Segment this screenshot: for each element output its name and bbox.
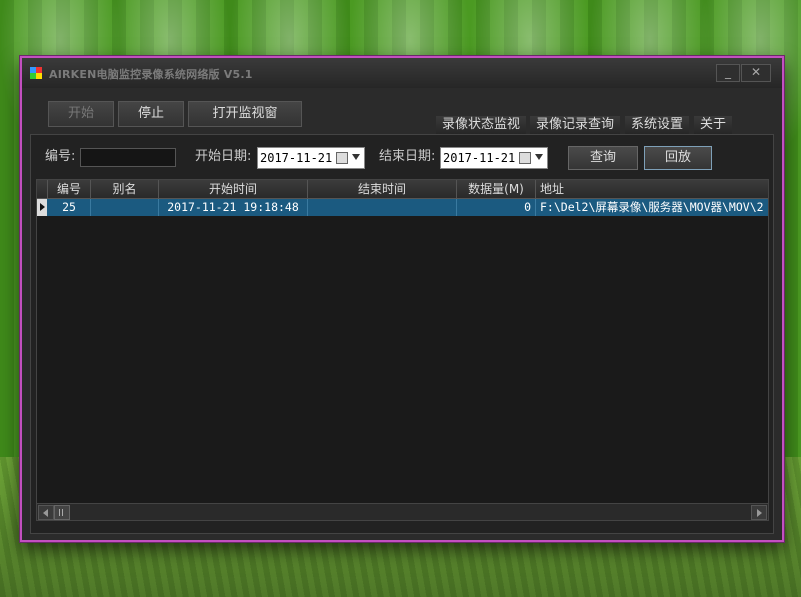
end-date-label: 结束日期:	[379, 149, 436, 164]
stop-button[interactable]: 停止	[118, 101, 184, 127]
column-header-size[interactable]: 数据量(M)	[457, 180, 536, 198]
cell-path: F:\Del2\屏幕录像\服务器\MOV器\MOV\2	[540, 200, 764, 214]
records-table: 编号 别名 开始时间 结束时间 数据量(M) 地址 25 2017-11-21 …	[36, 179, 769, 521]
column-header-start-time[interactable]: 开始时间	[159, 180, 308, 198]
tab-record-status[interactable]: 录像状态监视	[436, 116, 527, 134]
close-button[interactable]: ✕	[741, 64, 771, 82]
grip-icon	[59, 509, 65, 516]
table-header: 编号 别名 开始时间 结束时间 数据量(M) 地址	[37, 180, 768, 199]
end-date-value: 2017-11-21	[443, 151, 516, 165]
scroll-left-button[interactable]	[38, 505, 54, 520]
column-header-path[interactable]: 地址	[536, 180, 772, 198]
cell-id: 25	[48, 199, 91, 216]
open-monitor-button[interactable]: 打开监视窗	[188, 101, 302, 127]
column-header-end-time[interactable]: 结束时间	[308, 180, 457, 198]
column-header-id[interactable]: 编号	[48, 180, 91, 198]
row-indicator	[37, 199, 47, 216]
arrow-right-icon	[757, 509, 762, 517]
minimize-button[interactable]: _	[716, 64, 740, 82]
start-date-label: 开始日期:	[195, 149, 252, 164]
cell-start-time: 2017-11-21 19:18:48	[159, 199, 308, 216]
cell-size: 0	[457, 199, 536, 216]
calendar-icon	[519, 152, 531, 164]
app-window: AIRKEN电脑监控录像系统网络版 V5.1 _ ✕ 开始 停止 打开监视窗 录…	[20, 56, 784, 542]
current-row-icon	[40, 203, 45, 211]
start-button[interactable]: 开始	[48, 101, 114, 127]
id-input[interactable]	[80, 148, 176, 167]
start-date-picker[interactable]: 2017-11-21	[257, 147, 365, 169]
arrow-left-icon	[43, 509, 48, 517]
tab-about[interactable]: 关于	[694, 116, 733, 134]
tab-system-settings[interactable]: 系统设置	[625, 116, 690, 134]
end-date-picker[interactable]: 2017-11-21	[440, 147, 548, 169]
column-header-alias[interactable]: 别名	[91, 180, 159, 198]
cell-alias	[91, 199, 159, 216]
chevron-down-icon[interactable]	[535, 154, 543, 160]
id-label: 编号:	[45, 149, 76, 164]
window-title: AIRKEN电脑监控录像系统网络版 V5.1	[49, 68, 253, 81]
cell-end-time	[308, 199, 457, 216]
search-button[interactable]: 查询	[568, 146, 638, 170]
scroll-right-button[interactable]	[751, 505, 767, 520]
tab-record-query[interactable]: 录像记录查询	[530, 116, 621, 134]
query-panel: 编号: 开始日期: 2017-11-21 结束日期: 2017-11-21 查询…	[30, 134, 774, 534]
table-row[interactable]: 25 2017-11-21 19:18:48 0 F:\Del2\屏幕录像\服务…	[37, 199, 768, 216]
row-indicator-header	[37, 180, 48, 198]
scroll-thumb[interactable]	[54, 505, 70, 520]
horizontal-scrollbar[interactable]	[37, 503, 768, 520]
calendar-icon	[336, 152, 348, 164]
chevron-down-icon[interactable]	[352, 154, 360, 160]
app-logo-icon	[30, 67, 42, 79]
start-date-value: 2017-11-21	[260, 151, 333, 165]
title-bar[interactable]: AIRKEN电脑监控录像系统网络版 V5.1 _ ✕	[22, 58, 782, 88]
playback-button[interactable]: 回放	[644, 146, 712, 170]
